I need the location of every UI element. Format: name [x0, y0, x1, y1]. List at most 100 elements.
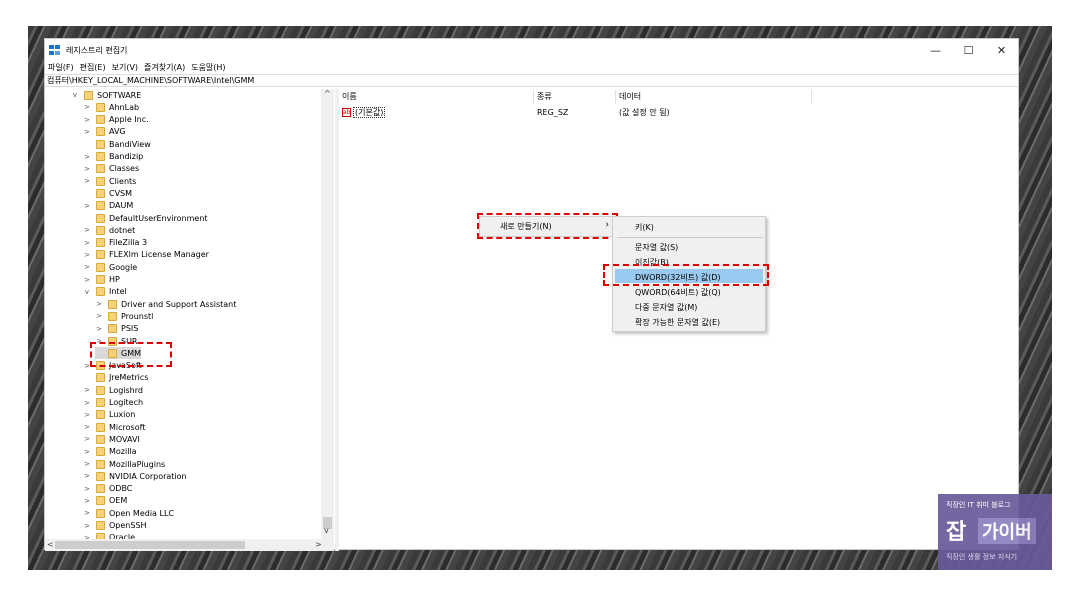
scroll-left-icon[interactable]: <	[47, 540, 54, 549]
tree-item[interactable]: > Mozilla	[83, 446, 137, 458]
tree-item[interactable]: > Clients	[83, 175, 136, 187]
tree-item[interactable]: > NVIDIA Corporation	[83, 470, 187, 482]
tree-item[interactable]: > Microsoft	[83, 421, 145, 433]
chevron-right-icon[interactable]: >	[83, 276, 91, 284]
tree-item[interactable]: > MOVAVI	[83, 433, 140, 445]
menu-item-multi-string-value[interactable]: 다중 문자열 값(M)	[635, 302, 697, 313]
tree-item-label: JreMetrics	[109, 373, 149, 383]
chevron-right-icon[interactable]: >	[83, 263, 91, 271]
chevron-right-icon[interactable]: >	[83, 165, 91, 173]
minimize-button[interactable]: —	[919, 39, 952, 61]
tree-item[interactable]: > PSIS	[95, 323, 138, 335]
chevron-right-icon[interactable]: >	[83, 522, 91, 530]
tree-item[interactable]: > DAUM	[83, 200, 133, 212]
tree-item[interactable]: > Luxion	[83, 409, 135, 421]
menu-help[interactable]: 도움말(H)	[191, 62, 225, 73]
hscroll-thumb[interactable]	[55, 541, 245, 549]
tree-item[interactable]: > MozillaPlugins	[83, 458, 165, 470]
table-row[interactable]: ab (기본값)	[342, 107, 386, 119]
chevron-right-icon[interactable]: >	[83, 177, 91, 185]
close-button[interactable]: ✕	[985, 39, 1018, 61]
tree-item[interactable]: > AhnLab	[83, 101, 139, 113]
chevron-right-icon[interactable]: >	[83, 472, 91, 480]
value-data: (값 설정 안 됨)	[619, 108, 670, 117]
chevron-right-icon[interactable]: >	[83, 460, 91, 468]
chevron-right-icon[interactable]: >	[83, 202, 91, 210]
tree-item-label: CVSM	[109, 188, 133, 198]
tree-item[interactable]: CVSM	[83, 187, 132, 199]
chevron-right-icon[interactable]: >	[83, 411, 91, 419]
tree-item[interactable]: > FLEXlm License Manager	[83, 249, 209, 261]
chevron-right-icon[interactable]: >	[83, 485, 91, 493]
chevron-right-icon[interactable]: >	[83, 423, 91, 431]
chevron-right-icon[interactable]: >	[83, 435, 91, 443]
chevron-right-icon[interactable]: >	[95, 300, 103, 308]
tree-item[interactable]: JreMetrics	[83, 372, 148, 384]
tree-item[interactable]: > Driver and Support Assistant	[95, 298, 236, 310]
chevron-right-icon[interactable]: >	[83, 239, 91, 247]
tree-item[interactable]: > Bandizip	[83, 151, 143, 163]
folder-icon	[96, 262, 105, 272]
tree-item[interactable]: > AVG	[83, 126, 126, 138]
chevron-right-icon[interactable]: >	[83, 251, 91, 259]
chevron-down-icon[interactable]: v	[71, 91, 79, 99]
tree-item-label: Intel	[109, 287, 127, 297]
chevron-right-icon[interactable]: >	[83, 103, 91, 111]
chevron-right-icon[interactable]: >	[83, 128, 91, 136]
chevron-right-icon[interactable]: >	[83, 399, 91, 407]
folder-icon	[96, 152, 105, 161]
scroll-up-icon[interactable]: ^	[324, 89, 331, 98]
tree-item[interactable]: > ODBC	[83, 483, 132, 495]
chevron-right-icon[interactable]: >	[83, 448, 91, 456]
tree-item[interactable]: > Logitech	[83, 397, 143, 409]
menu-view[interactable]: 보기(V)	[112, 62, 138, 73]
menu-edit[interactable]: 편집(E)	[80, 62, 106, 73]
tree-item[interactable]: > OEM	[83, 495, 127, 507]
tree-item[interactable]: v Intel	[83, 286, 127, 298]
folder-icon	[96, 398, 105, 407]
tree-item[interactable]: > Classes	[83, 163, 139, 175]
column-header-data[interactable]: 데이터	[616, 90, 812, 104]
column-header-name[interactable]: 이름	[339, 90, 534, 104]
menu-item-expandable-string-value[interactable]: 확장 가능한 문자열 값(E)	[635, 317, 720, 328]
tree-item[interactable]: > FileZilla 3	[83, 237, 147, 249]
value-name: (기본값)	[353, 107, 386, 118]
scroll-down-icon[interactable]: v	[324, 526, 329, 535]
chevron-right-icon[interactable]: >	[83, 497, 91, 505]
tree-item-label: Logishrd	[109, 385, 143, 395]
tree-item[interactable]: > Logishrd	[83, 384, 143, 396]
chevron-right-icon[interactable]: >	[83, 153, 91, 161]
tree-item[interactable]: > HP	[83, 274, 120, 286]
scroll-right-icon[interactable]: >	[315, 540, 322, 549]
menu-file[interactable]: 파일(F)	[48, 62, 74, 73]
tree-item[interactable]: > Open Media LLC	[83, 507, 174, 519]
tree-item[interactable]: BandiView	[83, 138, 151, 150]
tree-item[interactable]: > dotnet	[83, 224, 135, 236]
tree-horizontal-scrollbar[interactable]: < >	[45, 539, 334, 551]
tree-item[interactable]: > Google	[83, 261, 137, 273]
tree-item[interactable]: > Apple Inc.	[83, 114, 149, 126]
chevron-right-icon[interactable]: >	[83, 509, 91, 517]
menu-item-string-value[interactable]: 문자열 값(S)	[635, 242, 678, 253]
chevron-right-icon[interactable]: >	[83, 116, 91, 124]
menu-item-key[interactable]: 키(K)	[635, 222, 654, 233]
folder-icon	[96, 127, 105, 137]
folder-icon	[108, 311, 117, 321]
chevron-right-icon[interactable]: >	[83, 386, 91, 394]
tree-item[interactable]: > OpenSSH	[83, 520, 147, 532]
tree-item[interactable]: v SOFTWARE	[71, 89, 141, 101]
folder-icon	[108, 299, 117, 309]
menu-item-qword-value[interactable]: QWORD(64비트) 값(Q)	[635, 287, 721, 298]
tree-item[interactable]: > Prounstl	[95, 310, 153, 322]
address-bar[interactable]: 컴퓨터\HKEY_LOCAL_MACHINE\SOFTWARE\Intel\GM…	[45, 74, 1018, 87]
chevron-right-icon[interactable]: >	[95, 312, 103, 320]
menu-favorites[interactable]: 즐겨찾기(A)	[144, 62, 185, 73]
chevron-right-icon[interactable]: >	[83, 226, 91, 234]
chevron-right-icon[interactable]: >	[95, 325, 103, 333]
tree-item[interactable]: DefaultUserEnvironment	[83, 212, 208, 224]
folder-icon	[96, 238, 105, 248]
column-header-type[interactable]: 종류	[534, 90, 616, 104]
chevron-down-icon[interactable]: v	[83, 288, 91, 296]
maximize-button[interactable]: ☐	[952, 39, 985, 61]
tree-vertical-scrollbar[interactable]: ^ v	[321, 89, 334, 541]
